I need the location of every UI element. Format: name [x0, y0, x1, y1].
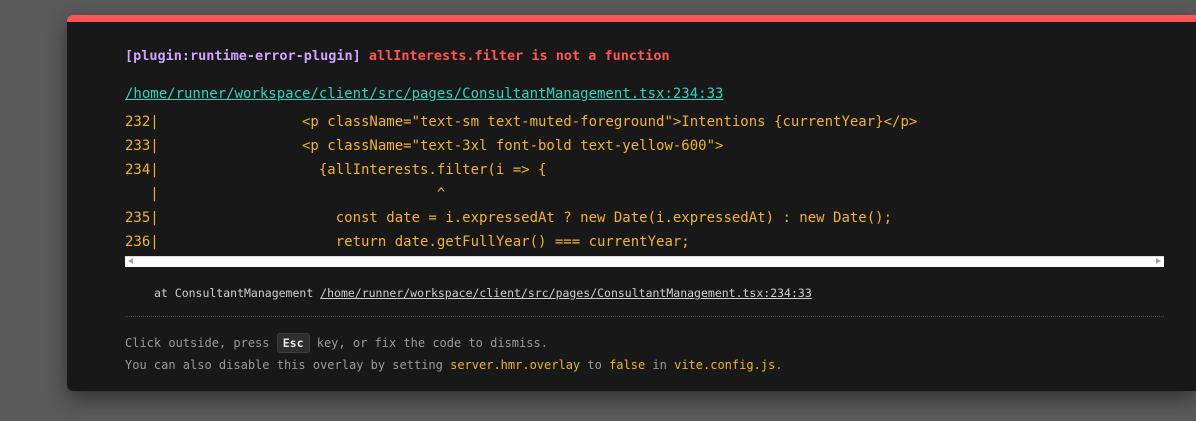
scroll-right-icon[interactable] — [1156, 258, 1161, 264]
tip-text: in — [645, 358, 675, 372]
plugin-name: [plugin:runtime-error-plugin] — [125, 48, 361, 64]
error-overlay: [plugin:runtime-error-plugin] allInteres… — [67, 15, 1196, 391]
tip-text: . — [775, 358, 783, 372]
config-file: vite.config.js — [674, 358, 776, 372]
dismiss-tip: Click outside, press Esc key, or fix the… — [125, 332, 548, 354]
tip-text: to — [580, 358, 610, 372]
stack-file-link[interactable]: /home/runner/workspace/client/src/pages/… — [320, 286, 812, 300]
config-value: false — [609, 358, 646, 372]
disable-tip: You can also disable this overlay by set… — [125, 357, 782, 373]
code-line-caret: | ^ — [125, 186, 446, 202]
code-line: 236| return date.getFullYear() === curre… — [125, 234, 690, 250]
error-text: allInterests.filter is not a function — [368, 48, 670, 64]
config-key: server.hmr.overlay — [450, 358, 581, 372]
tip-text: You can also disable this overlay by set… — [125, 358, 451, 372]
stack-trace: at ConsultantManagement /home/runner/wor… — [154, 286, 812, 300]
scroll-left-icon[interactable] — [128, 258, 133, 264]
code-line: 233| <p className="text-3xl font-bold te… — [125, 138, 724, 154]
error-file-link[interactable]: /home/runner/workspace/client/src/pages/… — [125, 86, 723, 102]
divider — [125, 316, 1164, 317]
tip-text: key, or fix the code to dismiss. — [309, 336, 548, 350]
tip-text: Click outside, press — [125, 336, 277, 350]
code-line: 232| <p className="text-sm text-muted-fo… — [125, 114, 918, 130]
code-line: 234| {allInterests.filter(i => { — [125, 162, 547, 178]
stack-prefix: at ConsultantManagement — [154, 286, 321, 300]
error-message: [plugin:runtime-error-plugin] allInteres… — [125, 48, 670, 64]
code-line: 235| const date = i.expressedAt ? new Da… — [125, 210, 893, 226]
esc-key: Esc — [276, 333, 310, 353]
code-frame: 232| <p className="text-sm text-muted-fo… — [125, 110, 1164, 256]
horizontal-scrollbar[interactable] — [125, 256, 1164, 267]
